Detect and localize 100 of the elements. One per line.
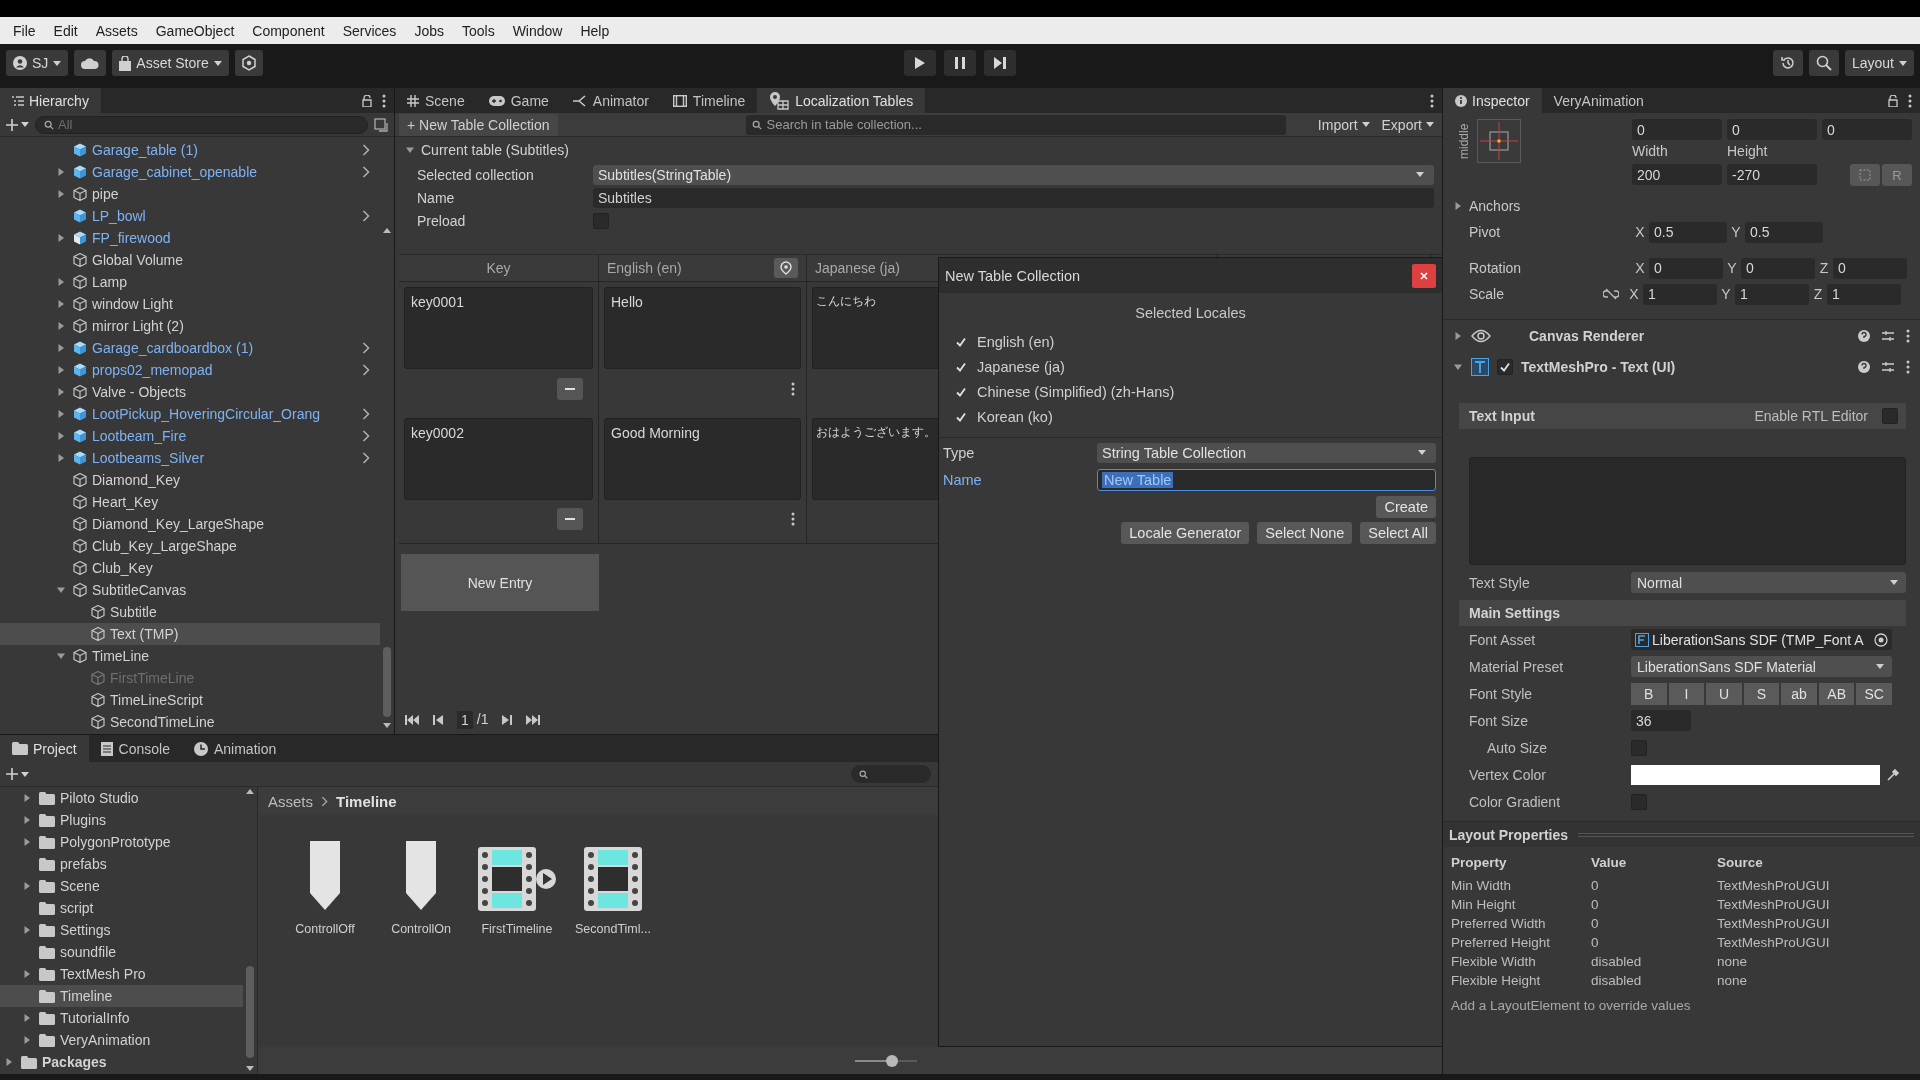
- chevron-right-icon[interactable]: [362, 430, 370, 442]
- chevron-right-icon[interactable]: [362, 342, 370, 354]
- chevron-right-icon[interactable]: [362, 210, 370, 222]
- hierarchy-item[interactable]: Garage_cabinet_openable: [0, 161, 380, 183]
- menu-item[interactable]: Tools: [452, 22, 504, 39]
- asset-item[interactable]: FirstTimeline: [476, 841, 558, 937]
- zoom-slider[interactable]: [855, 1055, 917, 1067]
- folder-item[interactable]: VeryAnimation: [0, 1029, 243, 1051]
- close-button[interactable]: [1412, 263, 1436, 288]
- font-style-button[interactable]: SC: [1856, 682, 1893, 705]
- scroll-up-icon[interactable]: [246, 789, 254, 794]
- number-field[interactable]: 0: [1741, 257, 1815, 279]
- translation-field[interactable]: おはようございます。: [812, 418, 938, 500]
- chevron-right-icon[interactable]: [362, 166, 370, 178]
- hierarchy-item[interactable]: Diamond_Key_LargeShape: [0, 513, 380, 535]
- target-icon[interactable]: [1874, 632, 1888, 647]
- scrollbar-thumb[interactable]: [383, 647, 391, 717]
- menu-item[interactable]: Window: [503, 22, 572, 39]
- create-button[interactable]: Create: [1376, 496, 1436, 518]
- remove-button[interactable]: [557, 508, 583, 530]
- number-field[interactable]: 200: [1632, 164, 1722, 185]
- more-icon[interactable]: [1430, 93, 1434, 108]
- hierarchy-item[interactable]: FP_firewood: [0, 227, 380, 249]
- panel-tab[interactable]: Hierarchy: [0, 88, 101, 113]
- disclosure-triangle-icon[interactable]: [56, 277, 66, 287]
- more-icon[interactable]: [1906, 360, 1910, 374]
- add-button[interactable]: [6, 768, 29, 780]
- sliders-icon[interactable]: [1882, 361, 1894, 373]
- hierarchy-item[interactable]: Valve - Objects: [0, 381, 380, 403]
- disclosure-triangle-icon[interactable]: [56, 299, 66, 309]
- number-field[interactable]: 1: [1643, 283, 1717, 305]
- asset-item[interactable]: ControllOn: [380, 841, 462, 937]
- number-field[interactable]: 0: [1632, 119, 1722, 140]
- panel-tab[interactable]: Localization Tables: [757, 88, 926, 113]
- asset-item[interactable]: ControllOff: [284, 841, 366, 937]
- object-field[interactable]: LiberationSans SDF (TMP_Font A: [1631, 629, 1892, 650]
- disclosure-triangle-icon[interactable]: [56, 365, 66, 375]
- scrollbar-thumb[interactable]: [246, 966, 254, 1058]
- disclosure-triangle-icon[interactable]: [22, 1035, 32, 1045]
- hierarchy-item[interactable]: Subtitle: [0, 601, 380, 623]
- search-button[interactable]: [1808, 50, 1839, 76]
- disclosure-triangle-icon[interactable]: [56, 167, 66, 177]
- slider-thumb[interactable]: [886, 1055, 899, 1067]
- folder-item[interactable]: Scene: [0, 875, 243, 897]
- scroll-down-icon[interactable]: [246, 1066, 254, 1071]
- account-button[interactable]: SJ: [6, 50, 69, 76]
- folder-item[interactable]: Timeline: [0, 985, 243, 1007]
- scene-visibility-icon[interactable]: [374, 117, 388, 132]
- hierarchy-item[interactable]: Global Volume: [0, 249, 380, 271]
- number-field[interactable]: 0: [1727, 119, 1817, 140]
- package-button[interactable]: [234, 50, 263, 76]
- disclosure-triangle-icon[interactable]: [1453, 201, 1463, 211]
- eyedropper-icon[interactable]: [1886, 767, 1900, 782]
- text-style-dropdown[interactable]: Normal: [1631, 572, 1906, 593]
- disclosure-triangle-icon[interactable]: [56, 651, 66, 661]
- font-style-button[interactable]: U: [1706, 682, 1742, 705]
- font-style-button[interactable]: AB: [1818, 682, 1855, 705]
- panel-tab[interactable]: Inspector: [1443, 88, 1542, 113]
- panel-tab[interactable]: VeryAnimation: [1541, 88, 1656, 113]
- font-style-button[interactable]: S: [1743, 682, 1780, 705]
- first-page-icon[interactable]: [405, 715, 419, 725]
- history-button[interactable]: [1772, 50, 1803, 76]
- previous-page-icon[interactable]: [433, 715, 443, 725]
- more-icon[interactable]: [791, 512, 795, 526]
- hierarchy-item[interactable]: window Light: [0, 293, 380, 315]
- hierarchy-item[interactable]: SubtitleCanvas: [0, 579, 380, 601]
- lock-icon[interactable]: [1888, 94, 1898, 107]
- chevron-right-icon[interactable]: [362, 452, 370, 464]
- dialog-button[interactable]: Select All: [1360, 522, 1436, 544]
- dialog-button[interactable]: Locale Generator: [1121, 522, 1250, 544]
- hierarchy-item[interactable]: Heart_Key: [0, 491, 380, 513]
- hierarchy-item[interactable]: Text (TMP): [0, 623, 380, 645]
- hierarchy-item[interactable]: Garage_cardboardbox (1): [0, 337, 380, 359]
- panel-tab[interactable]: Game: [476, 88, 561, 113]
- pause-button[interactable]: [944, 50, 976, 76]
- disclosure-triangle-icon[interactable]: [56, 431, 66, 441]
- scroll-down-icon[interactable]: [383, 723, 391, 728]
- key-field[interactable]: key0001: [404, 287, 593, 369]
- folder-item[interactable]: Settings: [0, 919, 243, 941]
- more-icon[interactable]: [1908, 93, 1912, 108]
- hierarchy-item[interactable]: Lootbeam_Fire: [0, 425, 380, 447]
- number-field[interactable]: 0: [1649, 257, 1723, 279]
- hierarchy-item[interactable]: pipe: [0, 183, 380, 205]
- dialog-button[interactable]: Select None: [1257, 522, 1353, 544]
- disclosure-triangle-icon[interactable]: [405, 145, 415, 155]
- disclosure-triangle-icon[interactable]: [22, 837, 32, 847]
- sliders-icon[interactable]: [1882, 329, 1894, 342]
- more-icon[interactable]: [382, 93, 386, 108]
- chevron-right-icon[interactable]: [362, 408, 370, 420]
- translation-field[interactable]: Hello: [604, 287, 801, 369]
- folder-item[interactable]: TutorialInfo: [0, 1007, 243, 1029]
- folder-item[interactable]: Piloto Studio: [0, 787, 243, 809]
- menu-item[interactable]: Edit: [44, 22, 87, 39]
- checkbox[interactable]: [1497, 359, 1513, 375]
- hierarchy-item[interactable]: LootPickup_HoveringCircular_Orang: [0, 403, 380, 425]
- collection-dropdown[interactable]: Subtitles(StringTable): [593, 164, 1434, 185]
- disclosure-triangle-icon[interactable]: [22, 881, 32, 891]
- panel-tab[interactable]: Scene: [395, 88, 477, 113]
- disclosure-triangle-icon[interactable]: [22, 925, 32, 935]
- disclosure-triangle-icon[interactable]: [22, 1013, 32, 1023]
